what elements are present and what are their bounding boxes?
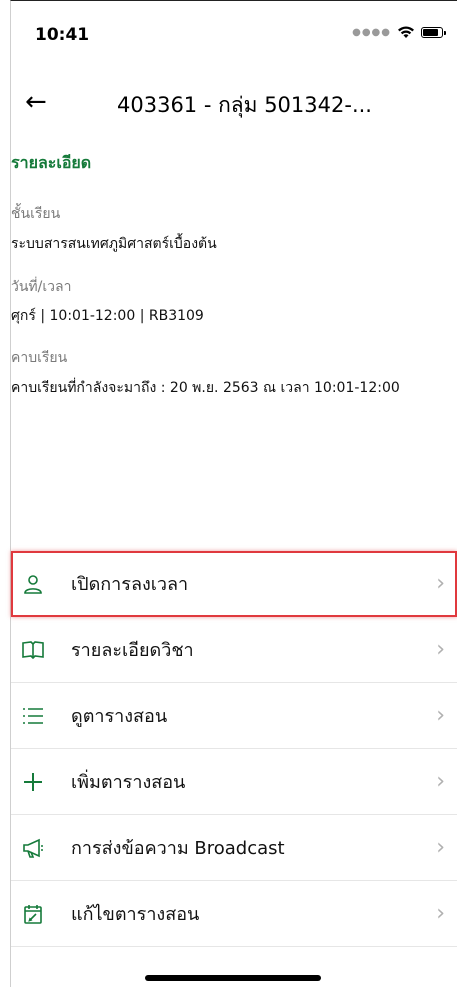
status-icons: ●●●● <box>352 26 446 39</box>
calendar-edit-icon <box>21 902 45 926</box>
period-label: คาบเรียน <box>11 350 68 366</box>
megaphone-icon <box>21 836 45 860</box>
chevron-right-icon: › <box>436 703 445 728</box>
chevron-right-icon: › <box>436 835 445 860</box>
class-value: ระบบสารสนเทศภูมิศาสตร์เบื้องต้น <box>11 236 217 252</box>
status-time: 10:41 <box>35 25 90 45</box>
plus-icon <box>21 770 45 794</box>
battery-icon <box>421 27 446 38</box>
menu-item-broadcast[interactable]: การส่งข้อความ Broadcast › <box>11 815 457 881</box>
nav-bar: ← 403361 - กลุ่ม 501342-... <box>11 81 457 125</box>
menu-item-edit-schedule[interactable]: แก้ไขตารางสอน › <box>11 881 457 947</box>
status-bar: 10:41 ●●●● <box>11 1 457 61</box>
menu-item-label: ดูตารางสอน <box>71 706 168 727</box>
datetime-label: วันที่/เวลา <box>11 279 72 295</box>
menu-item-view-schedule[interactable]: ดูตารางสอน › <box>11 683 457 749</box>
period-value: คาบเรียนที่กำลังจะมาถึง : 20 พ.ย. 2563 ณ… <box>11 380 400 396</box>
chevron-right-icon: › <box>436 901 445 926</box>
signal-icon: ●●●● <box>352 27 391 38</box>
wifi-icon <box>398 26 414 38</box>
datetime-value: ศุกร์ | 10:01-12:00 | RB3109 <box>11 308 204 324</box>
menu-item-open-attendance[interactable]: เปิดการลงเวลา › <box>11 551 457 617</box>
menu-item-label: แก้ไขตารางสอน <box>71 904 200 925</box>
menu-item-add-schedule[interactable]: เพิ่มตารางสอน › <box>11 749 457 815</box>
person-icon <box>21 572 45 596</box>
class-label: ชั้นเรียน <box>11 206 61 222</box>
details-heading: รายละเอียด <box>11 153 92 172</box>
menu-item-label: การส่งข้อความ Broadcast <box>71 838 285 859</box>
menu-item-label: เพิ่มตารางสอน <box>71 772 186 793</box>
list-icon <box>21 704 45 728</box>
page-title: 403361 - กลุ่ม 501342-... <box>117 93 372 117</box>
back-arrow-icon[interactable]: ← <box>25 87 47 117</box>
chevron-right-icon: › <box>436 571 445 596</box>
home-indicator[interactable] <box>145 975 321 981</box>
menu-item-label: รายละเอียดวิชา <box>71 640 194 661</box>
screen: 10:41 ●●●● ← 403361 - กลุ่ม 501342-... ร… <box>10 0 457 987</box>
menu-item-course-details[interactable]: รายละเอียดวิชา › <box>11 617 457 683</box>
menu-item-label: เปิดการลงเวลา <box>71 574 189 595</box>
chevron-right-icon: › <box>436 769 445 794</box>
chevron-right-icon: › <box>436 637 445 662</box>
book-icon <box>21 638 45 662</box>
action-menu: เปิดการลงเวลา › รายละเอียดวิชา › ดูตาราง… <box>11 551 457 947</box>
